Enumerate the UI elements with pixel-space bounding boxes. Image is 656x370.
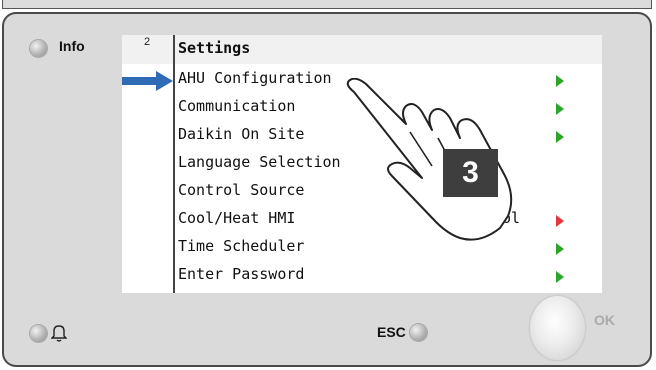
page-number: 2 [144,36,151,48]
submenu-arrow-icon [556,243,564,255]
esc-button[interactable] [410,324,427,341]
menu-item-control-source[interactable]: Control Source [178,181,304,199]
pointing-hand-icon [346,78,513,241]
right-arrow-icon [122,71,173,91]
step-badge: 3 [443,149,498,197]
ok-knob[interactable] [530,296,585,360]
submenu-arrow-icon [556,75,564,87]
ok-label: OK [594,312,615,328]
menu-item-enter-password[interactable]: Enter Password [178,265,304,283]
menu-item-language-selection[interactable]: Language Selection [178,153,341,171]
menu-item-cool-heat-hmi[interactable]: Cool/Heat HMI [178,209,295,227]
submenu-arrow-icon [556,103,564,115]
esc-label: ESC [377,324,406,340]
bell-icon[interactable] [51,323,67,343]
menu-item-ahu-configuration[interactable]: AHU Configuration [178,69,332,87]
menu-item-daikin-on-site[interactable]: Daikin On Site [178,125,304,143]
menu-item-communication[interactable]: Communication [178,97,295,115]
screen-title: Settings [178,39,251,57]
alarm-led[interactable] [30,325,47,342]
info-led[interactable] [30,40,47,57]
submenu-arrow-icon [556,131,564,143]
info-label: Info [59,38,85,54]
submenu-arrow-icon [556,271,564,283]
submenu-arrow-red-icon [556,215,564,227]
menu-item-time-scheduler[interactable]: Time Scheduler [178,237,304,255]
top-strip [2,0,652,9]
